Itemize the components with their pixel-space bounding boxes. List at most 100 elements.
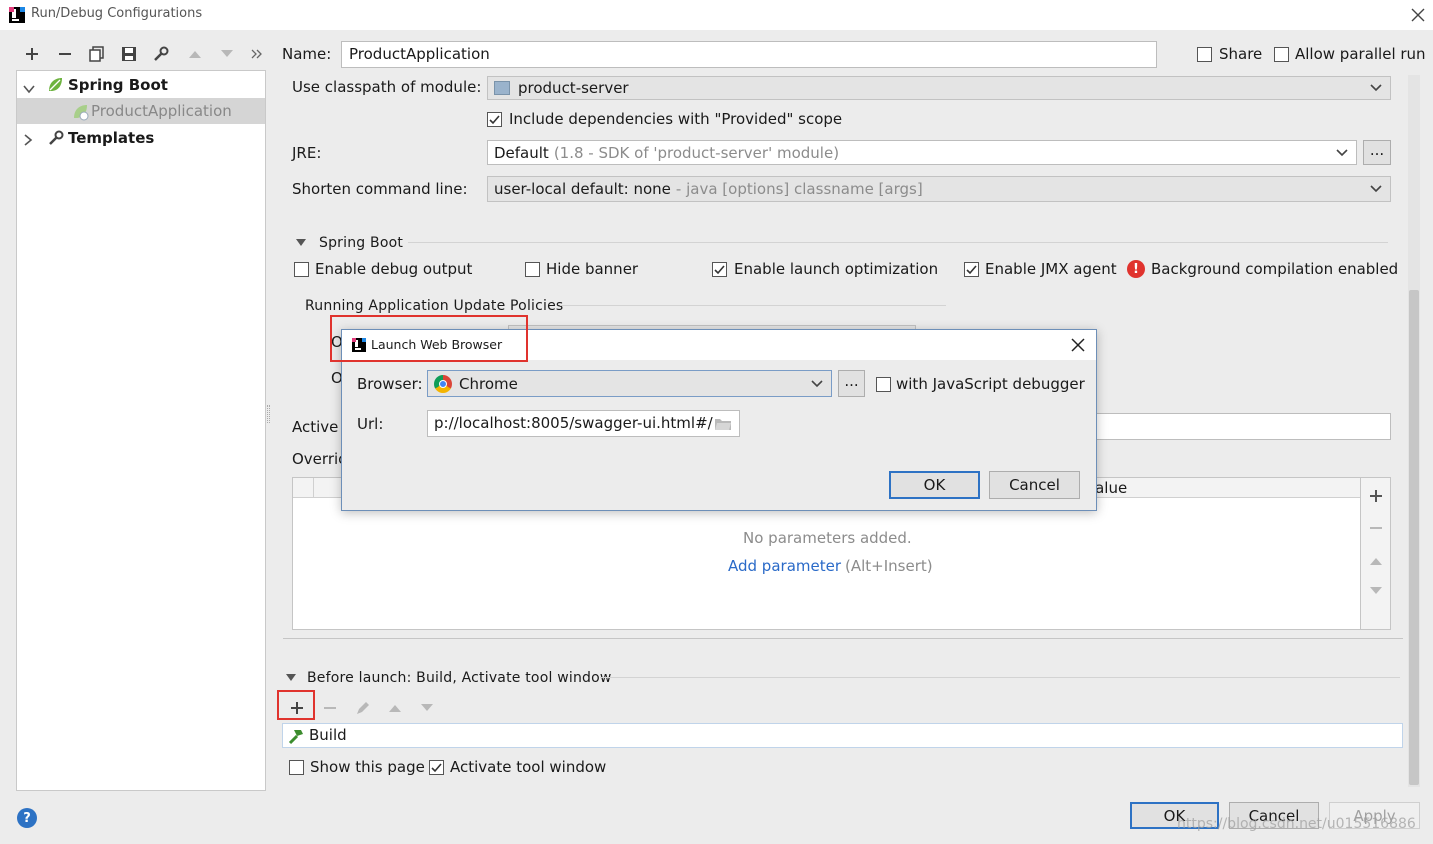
tree-item-spring-boot[interactable]: Spring Boot bbox=[17, 73, 265, 97]
activate-tool-checkbox[interactable] bbox=[429, 760, 444, 775]
remove-icon[interactable] bbox=[1366, 518, 1386, 538]
policies-divider bbox=[560, 305, 946, 306]
check-icon bbox=[489, 115, 500, 125]
chevron-down-icon bbox=[1370, 84, 1382, 92]
build-task-label[interactable]: Build bbox=[309, 726, 347, 744]
jre-combo[interactable]: Default (1.8 - SDK of 'product-server' m… bbox=[487, 140, 1357, 165]
chevron-down-icon bbox=[1370, 185, 1382, 193]
dialog-cancel-button[interactable]: Cancel bbox=[989, 471, 1080, 499]
close-window-icon[interactable] bbox=[1410, 7, 1426, 23]
classpath-combo[interactable]: product-server bbox=[487, 76, 1391, 100]
url-label: Url: bbox=[357, 415, 384, 433]
add-parameter-hint: (Alt+Insert) bbox=[845, 557, 933, 575]
debug-output-label: Enable debug output bbox=[315, 260, 473, 278]
move-down-icon[interactable] bbox=[417, 698, 437, 718]
active-profiles-label: Active bbox=[292, 418, 339, 436]
launch-optimization-label: Enable launch optimization bbox=[734, 260, 939, 278]
chevron-down-icon bbox=[1336, 148, 1348, 156]
title-bar: Run/Debug Configurations bbox=[0, 0, 1433, 30]
check-icon bbox=[966, 265, 977, 275]
add-icon[interactable] bbox=[1366, 486, 1386, 506]
shorten-combo[interactable]: user-local default: none - java [options… bbox=[487, 176, 1391, 202]
chevron-down-icon bbox=[811, 379, 823, 387]
help-icon[interactable]: ? bbox=[17, 808, 37, 828]
share-label: Share bbox=[1219, 45, 1263, 63]
save-icon[interactable] bbox=[119, 44, 139, 64]
folder-icon[interactable] bbox=[714, 416, 732, 435]
add-icon[interactable] bbox=[22, 44, 42, 64]
launch-optimization-checkbox[interactable] bbox=[712, 262, 727, 277]
bg-compilation-label: Background compilation enabled bbox=[1151, 260, 1399, 278]
move-up-icon[interactable] bbox=[385, 698, 405, 718]
classpath-label: Use classpath of module: bbox=[292, 78, 482, 96]
copy-icon[interactable] bbox=[87, 44, 107, 64]
browser-settings-button[interactable]: ... bbox=[838, 370, 865, 397]
jmx-agent-label: Enable JMX agent bbox=[985, 260, 1117, 278]
jre-label: JRE: bbox=[292, 144, 322, 162]
name-label: Name: bbox=[282, 45, 332, 63]
include-deps-label: Include dependencies with "Provided" sco… bbox=[509, 110, 843, 128]
highlight-add-task bbox=[277, 690, 315, 720]
expand-chevron-icon[interactable] bbox=[23, 80, 35, 98]
tree-item-label: Templates bbox=[68, 129, 155, 147]
scrollbar-thumb[interactable] bbox=[1409, 290, 1419, 785]
add-parameter-link[interactable]: Add parameter bbox=[728, 557, 841, 575]
edit-task-icon[interactable] bbox=[353, 698, 373, 718]
override-params-label: Overric bbox=[292, 450, 347, 468]
remove-task-icon[interactable] bbox=[320, 698, 340, 718]
name-input[interactable]: ProductApplication bbox=[341, 41, 1157, 68]
parallel-run-checkbox[interactable] bbox=[1274, 47, 1289, 62]
move-down-icon[interactable] bbox=[217, 44, 237, 64]
section-bottom-border bbox=[283, 638, 1403, 639]
jre-browse-button[interactable]: ... bbox=[1363, 140, 1391, 165]
more-chevron-icon[interactable] bbox=[247, 44, 267, 64]
error-icon: ! bbox=[1127, 260, 1145, 278]
highlight-dialog-title bbox=[330, 315, 528, 362]
include-deps-checkbox[interactable] bbox=[487, 112, 502, 127]
active-profiles-input[interactable] bbox=[1094, 413, 1391, 440]
window-title: Run/Debug Configurations bbox=[31, 6, 203, 21]
move-up-icon[interactable] bbox=[185, 44, 205, 64]
dialog-ok-button[interactable]: OK bbox=[889, 471, 980, 499]
spring-boot-icon bbox=[46, 76, 64, 98]
collapse-chevron-icon[interactable] bbox=[23, 132, 33, 150]
activate-tool-label: Activate tool window bbox=[450, 758, 607, 776]
section-divider bbox=[600, 677, 1400, 678]
move-down-icon[interactable] bbox=[1366, 581, 1386, 601]
wrench-icon bbox=[48, 130, 64, 150]
tree-item-templates[interactable]: Templates bbox=[17, 126, 265, 150]
url-input[interactable]: p://localhost:8005/swagger-ui.html#/ bbox=[427, 410, 740, 437]
hide-banner-checkbox[interactable] bbox=[525, 262, 540, 277]
intellij-icon bbox=[9, 7, 25, 23]
wrench-icon[interactable] bbox=[151, 44, 171, 64]
shorten-label: Shorten command line: bbox=[292, 180, 468, 198]
show-page-label: Show this page bbox=[310, 758, 425, 776]
hide-banner-label: Hide banner bbox=[546, 260, 639, 278]
jmx-agent-checkbox[interactable] bbox=[964, 262, 979, 277]
share-checkbox[interactable] bbox=[1197, 47, 1212, 62]
show-page-checkbox[interactable] bbox=[289, 760, 304, 775]
tree-item-label: ProductApplication bbox=[91, 102, 232, 120]
module-icon bbox=[494, 81, 510, 95]
section-collapse-icon[interactable] bbox=[286, 674, 296, 681]
section-collapse-icon[interactable] bbox=[296, 239, 306, 246]
remove-icon[interactable] bbox=[55, 44, 75, 64]
dialog-close-icon[interactable] bbox=[1071, 338, 1085, 352]
browser-combo[interactable]: Chrome bbox=[427, 370, 832, 397]
tree-item-product-application[interactable]: ProductApplication bbox=[17, 98, 265, 124]
empty-state-text: No parameters added. bbox=[743, 529, 912, 547]
parallel-run-label: Allow parallel run bbox=[1295, 45, 1426, 63]
params-toolbar bbox=[1361, 477, 1391, 630]
js-debugger-label: with JavaScript debugger bbox=[896, 375, 1085, 393]
move-up-icon[interactable] bbox=[1366, 551, 1386, 571]
vertical-scrollbar[interactable] bbox=[1408, 75, 1420, 787]
policies-title: Running Application Update Policies bbox=[305, 298, 564, 314]
watermark-text: https://blog.csdn.net/u015516886 bbox=[1177, 816, 1416, 832]
debug-output-checkbox[interactable] bbox=[294, 262, 309, 277]
check-icon bbox=[431, 763, 442, 773]
spring-boot-section-title: Spring Boot bbox=[319, 235, 404, 251]
before-launch-list: Build bbox=[282, 723, 1403, 748]
build-hammer-icon bbox=[287, 727, 305, 749]
js-debugger-checkbox[interactable] bbox=[876, 377, 891, 392]
splitter-handle[interactable] bbox=[267, 405, 270, 423]
